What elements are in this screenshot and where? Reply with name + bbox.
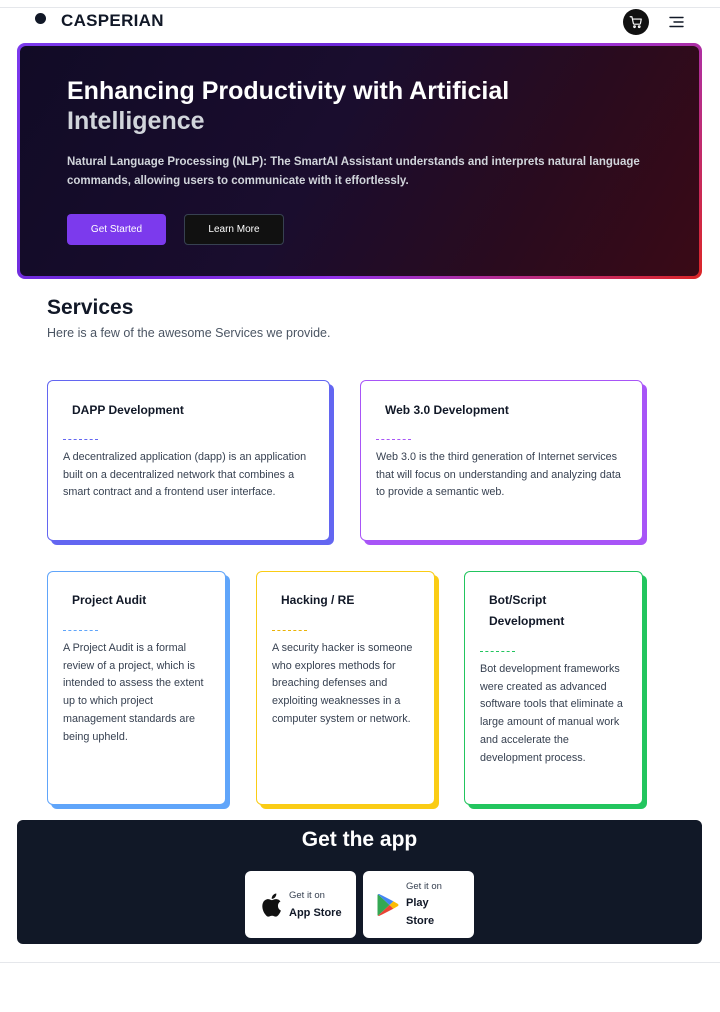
- card-divider: [63, 630, 98, 631]
- hero-title-line2: Intelligence: [67, 107, 205, 135]
- card-divider: [480, 651, 515, 652]
- get-app-section: Get the app Get it on App Store Get it o…: [17, 820, 702, 944]
- footer-divider: [0, 962, 720, 963]
- services-subtitle: Here is a few of the awesome Services we…: [47, 326, 331, 340]
- play-store-small-label: Get it on: [406, 881, 442, 892]
- service-card-hacking[interactable]: Hacking / RE A security hacker is someon…: [256, 571, 435, 805]
- card-title: Web 3.0 Development: [385, 403, 509, 417]
- hero-description: Natural Language Processing (NLP): The S…: [67, 156, 640, 187]
- card-text: A Project Audit is a formal review of a …: [63, 642, 204, 743]
- card-title: Project Audit: [72, 593, 147, 607]
- google-play-icon: [377, 893, 399, 917]
- hero-panel: Enhancing Productivity with Artificial I…: [20, 46, 699, 276]
- card-text: A decentralized application (dapp) is an…: [63, 451, 307, 499]
- play-store-label: Play Store: [406, 897, 435, 927]
- card-text: Bot development frameworks were created …: [480, 663, 623, 764]
- cart-icon: [629, 16, 642, 29]
- hero-title: Enhancing Productivity with Artificial I…: [67, 76, 537, 136]
- hero-title-line1: Enhancing Productivity with Artificial: [67, 77, 510, 105]
- top-strip: [0, 0, 720, 8]
- card-text: A security hacker is someone who explore…: [272, 642, 413, 725]
- app-store-label: App Store: [289, 907, 342, 919]
- learn-more-button[interactable]: Learn More: [184, 214, 284, 245]
- get-app-title: Get the app: [301, 828, 418, 851]
- card-divider: [376, 439, 411, 440]
- card-divider: [63, 439, 98, 440]
- hero-section: Enhancing Productivity with Artificial I…: [17, 43, 702, 279]
- service-card-project-audit[interactable]: Project Audit A Project Audit is a forma…: [47, 571, 226, 805]
- card-text: Web 3.0 is the third generation of Inter…: [376, 451, 621, 499]
- card-title: Hacking / RE: [281, 593, 355, 607]
- brand-name[interactable]: CASPERIAN: [61, 11, 164, 31]
- play-store-button[interactable]: Get it on Play Store: [363, 871, 474, 938]
- menu-button[interactable]: [665, 12, 687, 32]
- app-store-button[interactable]: Get it on App Store: [245, 871, 356, 938]
- cart-button[interactable]: [623, 9, 649, 35]
- get-started-button[interactable]: Get Started: [67, 214, 166, 245]
- site-header: CASPERIAN: [0, 8, 720, 42]
- service-card-bot-script[interactable]: Bot/Script Development Bot development f…: [464, 571, 643, 805]
- service-card-web3[interactable]: Web 3.0 Development Web 3.0 is the third…: [360, 380, 643, 541]
- app-store-small-label: Get it on: [289, 890, 325, 901]
- hamburger-menu-icon: [668, 16, 684, 28]
- logo-dot-icon[interactable]: [35, 13, 46, 24]
- service-card-dapp[interactable]: DAPP Development A decentralized applica…: [47, 380, 330, 541]
- card-divider: [272, 630, 307, 631]
- card-title: Bot/Script Development: [489, 593, 565, 628]
- apple-icon: [262, 893, 281, 917]
- card-title: DAPP Development: [72, 403, 184, 417]
- services-title: Services: [47, 296, 134, 319]
